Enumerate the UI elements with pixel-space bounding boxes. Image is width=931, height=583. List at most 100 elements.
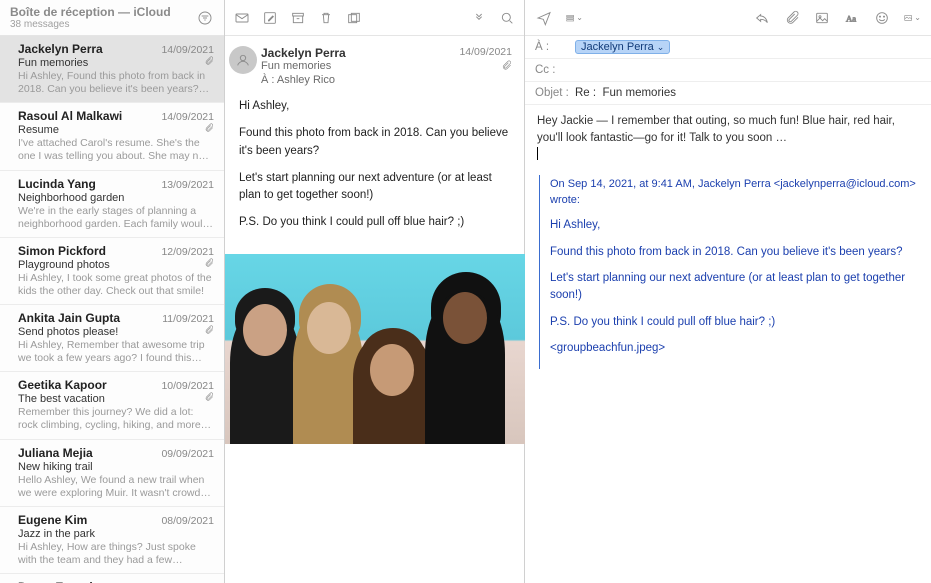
compose-pane: ⌄ Aa ⌄ À : Jackelyn Perra⌄ Cc : Objet : … xyxy=(525,0,931,583)
message-list-pane: Boîte de réception — iCloud 38 messages … xyxy=(0,0,225,583)
body-p3: P.S. Do you think I could pull off blue … xyxy=(239,214,510,231)
paperclip-icon xyxy=(204,56,214,69)
msg-date: 10/09/2021 xyxy=(161,380,214,392)
paperclip-icon xyxy=(204,325,214,338)
msg-subject: Neighborhood garden xyxy=(18,192,124,204)
to-label: À : xyxy=(261,74,274,86)
to-value: Ashley Rico xyxy=(277,74,335,86)
reader-toolbar xyxy=(225,0,524,36)
to-field-row[interactable]: À : Jackelyn Perra⌄ xyxy=(525,36,931,59)
msg-preview: Remember this journey? We did a lot: roc… xyxy=(18,406,214,432)
paperclip-icon xyxy=(204,123,214,136)
quote-greeting: Hi Ashley, xyxy=(550,217,919,234)
body-p1: Found this photo from back in 2018. Can … xyxy=(239,125,510,160)
msg-date: 14/09/2021 xyxy=(161,111,214,123)
message-reader-pane: Jackelyn Perra 14/09/2021 Fun memories À… xyxy=(225,0,525,583)
photo-browser-icon[interactable]: ⌄ xyxy=(903,9,921,27)
more-icon[interactable] xyxy=(470,9,488,27)
message-item[interactable]: Lucinda Yang 13/09/2021 Neighborhood garde… xyxy=(0,171,224,238)
quoted-block: On Sep 14, 2021, at 9:41 AM, Jackelyn Pe… xyxy=(539,175,919,369)
msg-preview: Hi Ashley, Found this photo from back in… xyxy=(18,70,214,96)
search-icon[interactable] xyxy=(498,9,516,27)
text-cursor xyxy=(537,147,538,160)
mailbox-count: 38 messages xyxy=(10,19,196,30)
msg-date: 13/09/2021 xyxy=(161,179,214,191)
message-item[interactable]: Ankita Jain Gupta 11/09/2021 Send photos p… xyxy=(0,305,224,372)
subject-label: Objet : xyxy=(535,87,575,99)
msg-date: 11/09/2021 xyxy=(162,313,214,325)
message-item[interactable]: Jackelyn Perra14/09/2021Fun memoriesHi A… xyxy=(0,36,224,103)
message-header: Jackelyn Perra 14/09/2021 Fun memories À… xyxy=(225,36,524,92)
cc-label: Cc : xyxy=(535,64,575,76)
msg-subject: New hiking trail xyxy=(18,461,93,473)
svg-text:Aa: Aa xyxy=(846,13,856,23)
body-p2: Let's start planning our next adventure … xyxy=(239,170,510,205)
compose-icon[interactable] xyxy=(261,9,279,27)
junk-icon[interactable] xyxy=(345,9,363,27)
message-item[interactable]: Simon Pickford12/09/2021Playground photo… xyxy=(0,238,224,305)
envelope-icon[interactable] xyxy=(233,9,251,27)
msg-sender: Lucinda Yang xyxy=(18,177,96,191)
msg-subject: The best vacation xyxy=(18,393,105,405)
header-fields-icon[interactable]: ⌄ xyxy=(565,9,583,27)
message-item[interactable]: Rasoul Al Malkawi 14/09/2021 ResumeI've at… xyxy=(0,103,224,170)
cc-field-row[interactable]: Cc : xyxy=(525,59,931,82)
msg-subject: Resume xyxy=(18,124,59,136)
msg-preview: I've attached Carol's resume. She's the … xyxy=(18,137,214,163)
reader-date: 14/09/2021 xyxy=(459,46,512,60)
sidebar-header: Boîte de réception — iCloud 38 messages xyxy=(0,0,224,36)
msg-sender: Simon Pickford xyxy=(18,244,106,258)
message-item[interactable]: Eugene Kim08/09/2021Jazz in the parkHi A… xyxy=(0,507,224,574)
msg-sender: Eugene Kim xyxy=(18,513,87,527)
message-item[interactable]: Daren Estrada07/09/2021Coming to townHey… xyxy=(0,574,224,583)
msg-preview: We're in the early stages of planning a … xyxy=(18,205,214,231)
subject-field-row[interactable]: Objet : Re : Fun memories xyxy=(525,82,931,105)
quote-attachment: <groupbeachfun.jpeg> xyxy=(550,340,919,357)
msg-subject: Send photos please! xyxy=(18,326,118,338)
filter-icon[interactable] xyxy=(196,9,214,27)
msg-date: 12/09/2021 xyxy=(161,246,214,258)
msg-sender: Ankita Jain Gupta xyxy=(18,311,120,325)
archive-icon[interactable] xyxy=(289,9,307,27)
msg-preview: Hello Ashley, We found a new trail when … xyxy=(18,474,214,500)
mailbox-title: Boîte de réception — iCloud xyxy=(10,5,196,19)
reader-to-row: À : Ashley Rico xyxy=(261,74,512,86)
quote-p2: Let's start planning our next adventure … xyxy=(550,270,919,303)
message-item[interactable]: Geetika Kapoor 10/09/2021 The best vacatio… xyxy=(0,372,224,439)
msg-subject: Jazz in the park xyxy=(18,528,95,540)
send-icon[interactable] xyxy=(535,9,553,27)
msg-sender: Rasoul Al Malkawi xyxy=(18,109,122,123)
attachment-image[interactable] xyxy=(225,254,525,444)
reply-icon[interactable] xyxy=(753,9,771,27)
msg-preview: Hi Ashley, I took some great photos of t… xyxy=(18,272,214,298)
msg-date: 14/09/2021 xyxy=(161,44,214,56)
trash-icon[interactable] xyxy=(317,9,335,27)
compose-toolbar: ⌄ Aa ⌄ xyxy=(525,0,931,36)
message-list[interactable]: Jackelyn Perra14/09/2021Fun memoriesHi A… xyxy=(0,36,224,583)
msg-preview: Hi Ashley, How are things? Just spoke wi… xyxy=(18,541,214,567)
reader-subject: Fun memories xyxy=(261,60,331,74)
subject-prefix: Re : xyxy=(575,87,596,99)
emoji-icon[interactable] xyxy=(873,9,891,27)
quote-attribution: On Sep 14, 2021, at 9:41 AM, Jackelyn Pe… xyxy=(550,177,919,209)
compose-body[interactable]: Hey Jackie — I remember that outing, so … xyxy=(525,105,931,377)
subject-value: Fun memories xyxy=(602,87,676,99)
quote-p3: P.S. Do you think I could pull off blue … xyxy=(550,314,919,331)
reader-sender: Jackelyn Perra xyxy=(261,46,346,60)
body-greeting: Hi Ashley, xyxy=(239,98,510,115)
insert-image-icon[interactable] xyxy=(813,9,831,27)
compose-text[interactable]: Hey Jackie — I remember that outing, so … xyxy=(537,113,919,146)
msg-date: 09/09/2021 xyxy=(161,448,214,460)
paperclip-icon xyxy=(501,60,512,74)
format-icon[interactable]: Aa xyxy=(843,9,861,27)
paperclip-icon xyxy=(204,392,214,405)
msg-sender: Geetika Kapoor xyxy=(18,378,107,392)
msg-sender: Jackelyn Perra xyxy=(18,42,103,56)
attach-icon[interactable] xyxy=(783,9,801,27)
chevron-down-icon[interactable]: ⌄ xyxy=(657,42,665,53)
paperclip-icon xyxy=(204,258,214,271)
msg-preview: Hi Ashley, Remember that awesome trip we… xyxy=(18,339,214,365)
recipient-pill[interactable]: Jackelyn Perra⌄ xyxy=(575,40,670,54)
message-item[interactable]: Juliana Mejia09/09/2021New hiking trailH… xyxy=(0,440,224,507)
avatar xyxy=(229,46,257,74)
